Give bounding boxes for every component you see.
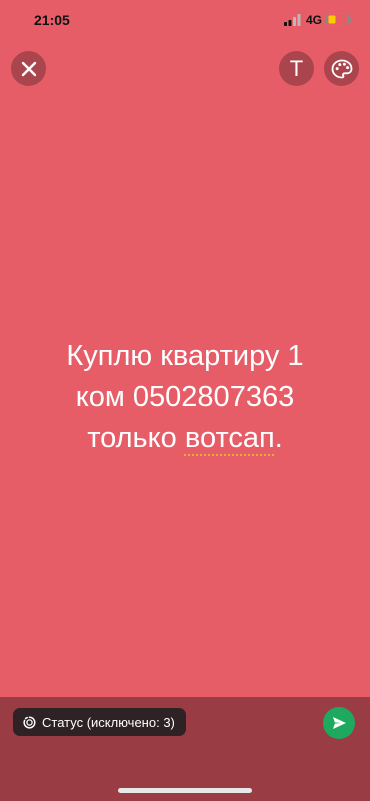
spellcheck-underlined-word: вотсап — [184, 422, 275, 454]
palette-icon — [331, 59, 352, 78]
status-audience-label: Статус (исключено: 3) — [42, 714, 175, 730]
status-audience-button[interactable]: Статус (исключено: 3) — [13, 708, 186, 736]
status-message-text[interactable]: Куплю квартиру 1 ком 0502807363 только в… — [20, 336, 350, 459]
close-button[interactable] — [11, 51, 46, 86]
status-text-line-2: ком 0502807363 — [75, 381, 295, 413]
status-bar: 21:05 4G — [0, 0, 370, 40]
status-time: 21:05 — [34, 12, 70, 28]
close-icon — [21, 61, 36, 76]
bottom-bar: Статус (исключено: 3) — [0, 697, 370, 801]
send-button[interactable] — [323, 707, 355, 739]
send-arrow-icon — [333, 717, 346, 729]
text-tool-button[interactable]: T — [279, 51, 314, 86]
battery-low-icon — [326, 13, 352, 26]
home-indicator[interactable] — [118, 788, 252, 793]
signal-bars-icon — [284, 14, 301, 26]
status-text-line-1: Куплю квартиру 1 — [66, 340, 304, 372]
color-palette-button[interactable] — [324, 51, 359, 86]
status-text-line-3: только вотсап. — [20, 418, 350, 459]
status-text-line-3-end: . — [274, 422, 283, 454]
network-type-label: 4G — [306, 13, 323, 27]
text-tool-icon: T — [289, 55, 304, 81]
status-text-line-3-start: только — [87, 422, 185, 454]
status-ring-icon — [23, 715, 36, 729]
